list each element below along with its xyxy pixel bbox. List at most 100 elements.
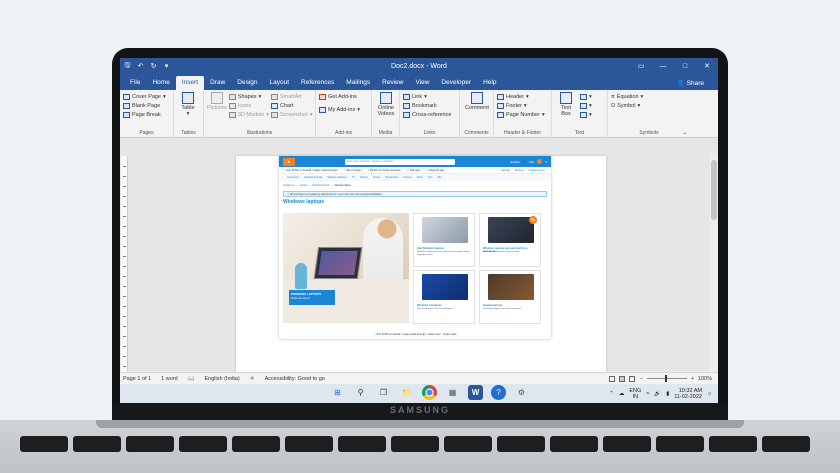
close-icon[interactable]: ✕ bbox=[696, 58, 718, 74]
symbol-button[interactable]: Ω Symbol ▾ bbox=[611, 101, 687, 110]
minimize-icon[interactable]: — bbox=[652, 58, 674, 74]
page-count[interactable]: Page 1 of 1 bbox=[123, 376, 151, 382]
chart-button[interactable]: Chart bbox=[270, 101, 313, 110]
group-addins: Get Add-ins My Add-ins ▾ Add-ins bbox=[316, 90, 372, 138]
online-videos-button[interactable]: Online Videos bbox=[375, 92, 397, 117]
hero-laptop-screen bbox=[318, 251, 358, 275]
tab-insert[interactable]: Insert bbox=[175, 76, 205, 90]
accessibility-status[interactable]: Accessibility: Good to go bbox=[265, 376, 325, 382]
wordart-button[interactable]: ▾ bbox=[580, 101, 592, 110]
site-link: Zakelijk bbox=[501, 168, 510, 172]
clock[interactable]: 10:32 AM 11-02-2022 bbox=[674, 388, 702, 400]
footer-icon bbox=[497, 102, 504, 109]
chevron-up-icon[interactable]: ⌃ bbox=[609, 391, 614, 397]
wifi-icon[interactable]: ≈ bbox=[646, 391, 649, 397]
usp-text: Ook stap bbox=[409, 168, 420, 172]
word-count[interactable]: 1 word bbox=[161, 376, 178, 382]
comment-button[interactable]: Comment bbox=[463, 92, 491, 111]
embedded-screenshot[interactable]: ■ Zoek naar producten, merken en artikel… bbox=[279, 156, 551, 339]
equation-button[interactable]: π Equation ▾ bbox=[611, 92, 687, 101]
3d-models-button[interactable]: 3D Models ▾ bbox=[228, 110, 269, 119]
zoom-level[interactable]: 100% bbox=[698, 376, 712, 382]
volume-icon[interactable]: 🔊 bbox=[654, 391, 661, 397]
tab-draw[interactable]: Draw bbox=[204, 76, 231, 90]
tab-view[interactable]: View bbox=[409, 76, 435, 90]
share-button[interactable]: 👤 Share bbox=[671, 76, 710, 90]
help-icon[interactable]: ? bbox=[491, 385, 506, 400]
word-icon[interactable]: W bbox=[468, 385, 483, 400]
header-button[interactable]: Header ▾ bbox=[497, 92, 548, 101]
smartart-button[interactable]: SmartArt bbox=[270, 92, 313, 101]
zoom-slider[interactable] bbox=[646, 375, 687, 382]
cross-reference-button[interactable]: Cross-reference bbox=[403, 110, 456, 119]
cover-page-button[interactable]: Cover Page ▾ bbox=[123, 92, 170, 101]
tab-file[interactable]: File bbox=[124, 76, 146, 90]
blank-page-button[interactable]: Blank Page bbox=[123, 101, 170, 110]
search-icon[interactable]: ⚲ bbox=[353, 385, 368, 400]
file-explorer-icon[interactable]: 📁 bbox=[399, 385, 414, 400]
shapes-button[interactable]: Shapes ▾ bbox=[228, 92, 269, 101]
text-box-label-line2: Box bbox=[561, 111, 571, 117]
windows-start-icon[interactable]: ⊞ bbox=[330, 385, 345, 400]
tab-layout[interactable]: Layout bbox=[264, 76, 296, 90]
quick-parts-button[interactable]: ▾ bbox=[580, 92, 592, 101]
tab-help[interactable]: Help bbox=[477, 76, 502, 90]
screenshot-button[interactable]: Screenshot ▾ bbox=[270, 110, 313, 119]
page-break-button[interactable]: Page Break bbox=[123, 110, 170, 119]
windows-taskbar: ⊞ ⚲ ❐ 📁 ▦ W ? ⚙ ⌃ ☁ ENG IN ≈ 🔊 ▮ 10:32 AM… bbox=[120, 384, 718, 403]
scrollbar-thumb[interactable] bbox=[711, 160, 717, 220]
ribbon-display-icon[interactable]: ▭ bbox=[630, 58, 652, 74]
settings-icon[interactable]: ▦ bbox=[445, 385, 460, 400]
link-button[interactable]: Link ▾ bbox=[403, 92, 456, 101]
zoom-in-icon[interactable]: + bbox=[691, 376, 694, 382]
get-addins-button[interactable]: Get Add-ins bbox=[319, 92, 368, 101]
keyboard-key bbox=[20, 436, 68, 452]
web-layout-icon[interactable] bbox=[629, 375, 636, 382]
keyboard-key bbox=[232, 436, 280, 452]
task-view-icon[interactable]: ❐ bbox=[376, 385, 391, 400]
notification-icon[interactable]: ☼ bbox=[707, 391, 712, 397]
site-logo: ■ bbox=[283, 157, 295, 166]
vertical-scrollbar[interactable] bbox=[710, 154, 718, 383]
maximize-icon[interactable]: □ bbox=[674, 58, 696, 74]
tab-design[interactable]: Design bbox=[231, 76, 263, 90]
tab-mailings[interactable]: Mailings bbox=[340, 76, 376, 90]
language-indicator[interactable]: English (India) bbox=[205, 376, 240, 382]
ribbon: Cover Page ▾ Blank Page Page Break Pages… bbox=[120, 90, 718, 138]
link-label: Link bbox=[412, 93, 423, 100]
proofing-icon[interactable]: 📖 bbox=[188, 376, 195, 382]
chrome-icon[interactable] bbox=[422, 385, 437, 400]
my-addins-button[interactable]: My Add-ins ▾ bbox=[319, 105, 368, 114]
drop-cap-button[interactable]: ▾ bbox=[580, 110, 592, 119]
zoom-out-icon[interactable]: − bbox=[639, 376, 642, 382]
page-number-button[interactable]: Page Number ▾ bbox=[497, 110, 548, 119]
read-mode-icon[interactable] bbox=[609, 375, 616, 382]
document-page[interactable]: ■ Zoek naar producten, merken en artikel… bbox=[236, 156, 606, 383]
footer-button[interactable]: Footer ▾ bbox=[497, 101, 548, 110]
icons-button[interactable]: Icons bbox=[228, 101, 269, 110]
keyboard-key bbox=[656, 436, 704, 452]
tab-home[interactable]: Home bbox=[146, 76, 175, 90]
bookmark-button[interactable]: Bookmark bbox=[403, 101, 456, 110]
word-title-bar: 🖫 ↶ ↻ ▾ Doc2.docx - Word ▭ — □ ✕ bbox=[120, 58, 718, 74]
zoom-slider-thumb[interactable] bbox=[664, 375, 667, 382]
input-language[interactable]: ENG IN bbox=[629, 388, 641, 400]
card-title: Alle Windows laptops bbox=[417, 247, 444, 250]
tab-references[interactable]: References bbox=[295, 76, 340, 90]
cross-reference-icon bbox=[403, 111, 410, 118]
nav-item: Computers bbox=[287, 176, 300, 179]
card-image bbox=[422, 217, 468, 243]
tab-review[interactable]: Review bbox=[376, 76, 409, 90]
header-icon bbox=[497, 93, 504, 100]
tab-developer[interactable]: Developer bbox=[435, 76, 477, 90]
accessibility-icon[interactable]: ⚛ bbox=[250, 376, 255, 382]
battery-icon[interactable]: ▮ bbox=[666, 391, 669, 397]
nav-item: Gaming & Apple bbox=[304, 176, 323, 179]
gear-icon[interactable]: ⚙ bbox=[514, 385, 529, 400]
cloud-icon[interactable]: ☁ bbox=[619, 391, 625, 397]
print-layout-icon[interactable] bbox=[619, 375, 626, 382]
collapse-ribbon-icon[interactable]: ⌄ bbox=[682, 130, 687, 136]
table-button[interactable]: Table ▾ bbox=[177, 92, 199, 117]
breadcrumb-item: Laptops bbox=[299, 185, 308, 187]
keyboard-key bbox=[73, 436, 121, 452]
